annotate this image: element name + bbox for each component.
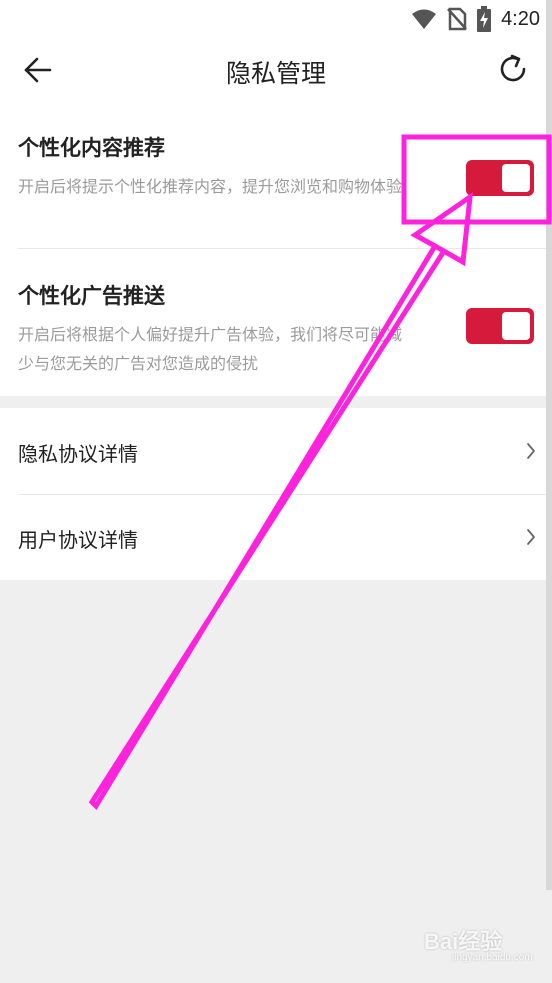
toggle-title: 个性化内容推荐: [18, 136, 165, 160]
chevron-right-icon: [527, 529, 535, 545]
switch-knob: [502, 164, 530, 192]
battery-charging-icon: [477, 6, 492, 32]
watermark-url: jingyan.baidu.com: [452, 952, 533, 963]
agreement-links-card: 隐私协议详情 用户协议详情: [0, 408, 546, 580]
status-icons: 4:20: [411, 6, 540, 32]
toggle-title: 个性化广告推送: [18, 284, 165, 308]
toggle-description: 开启后将根据个人偏好提升广告体验，我们将尽可能减少与您无关的广告对您造成的侵扰: [18, 325, 403, 373]
personalized-content-switch[interactable]: [466, 160, 534, 196]
link-label: 隐私协议详情: [18, 442, 138, 466]
toggle-settings-card: 个性化内容推荐 开启后将提示个性化推荐内容，提升您浏览和购物体验 个性化广告推送…: [0, 104, 546, 396]
user-agreement-link[interactable]: 用户协议详情: [0, 494, 546, 580]
status-time: 4:20: [501, 7, 540, 30]
divider: [18, 248, 546, 249]
toggle-description: 开启后将提示个性化推荐内容，提升您浏览和购物体验: [18, 177, 403, 196]
switch-knob: [502, 312, 530, 340]
navbar: 隐私管理: [0, 38, 552, 104]
status-bar: 4:20: [0, 0, 552, 38]
link-label: 用户协议详情: [18, 528, 138, 552]
page-title: 隐私管理: [225, 59, 326, 88]
chevron-right-icon: [527, 443, 535, 459]
no-sim-icon: [447, 7, 467, 31]
privacy-agreement-link[interactable]: 隐私协议详情: [0, 408, 546, 494]
wifi-icon: [412, 9, 437, 29]
refresh-icon[interactable]: [496, 52, 530, 86]
scrollbar[interactable]: [546, 0, 552, 890]
personalized-ads-switch[interactable]: [466, 308, 534, 344]
